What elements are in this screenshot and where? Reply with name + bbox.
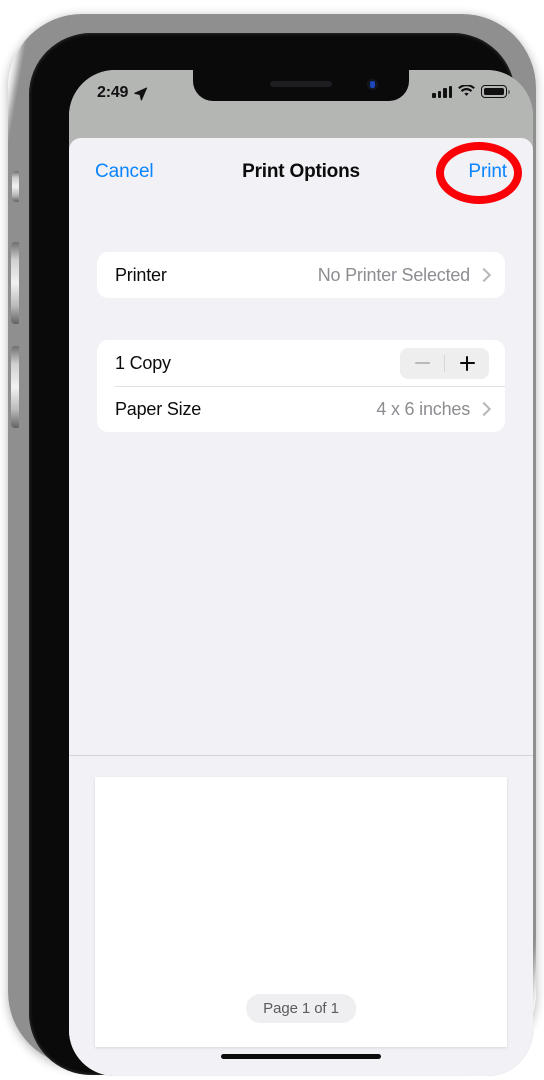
printer-row-accessory: No Printer Selected: [317, 264, 492, 286]
front-camera-icon: [367, 79, 378, 90]
increase-copies-button[interactable]: [445, 348, 489, 379]
print-button[interactable]: Print: [468, 161, 507, 183]
location-arrow-icon: [134, 86, 148, 100]
print-options-sheet: Cancel Print Options Print Printer No Pr…: [69, 138, 533, 1076]
copies-stepper[interactable]: [400, 347, 489, 379]
cancel-button[interactable]: Cancel: [95, 161, 154, 183]
phone-frame: Today, Sunday 2:49: [8, 14, 536, 1076]
home-indicator[interactable]: [221, 1054, 381, 1059]
phone-screen: Today, Sunday 2:49: [69, 70, 533, 1076]
volume-up-button[interactable]: [11, 242, 19, 324]
printer-row-label: Printer: [115, 264, 167, 285]
preview-separator: [69, 755, 533, 756]
volume-down-button[interactable]: [11, 346, 19, 428]
copies-row: 1 Copy: [97, 340, 505, 386]
print-preview-page[interactable]: Page 1 of 1: [95, 777, 507, 1047]
paper-size-row-value: 4 x 6 inches: [376, 398, 470, 419]
status-bar-left: 2:49: [97, 84, 148, 102]
minus-icon: [414, 361, 430, 365]
decrease-copies-button[interactable]: [400, 348, 444, 379]
phone-bezel: Today, Sunday 2:49: [29, 33, 533, 1076]
printer-group: Printer No Printer Selected: [97, 252, 505, 298]
status-bar-time: 2:49: [97, 84, 129, 101]
chevron-right-icon: [476, 401, 492, 417]
battery-full-icon: [481, 85, 510, 98]
page-title: Print Options: [242, 161, 360, 182]
printer-row-value: No Printer Selected: [317, 264, 470, 285]
mute-switch-button[interactable]: [12, 171, 19, 202]
notch: [193, 70, 409, 101]
paper-size-row-label: Paper Size: [115, 398, 202, 419]
plus-icon-vertical: [465, 355, 469, 371]
printer-row[interactable]: Printer No Printer Selected: [97, 252, 505, 298]
copies-row-label: 1 Copy: [115, 352, 171, 373]
page-indicator-badge: Page 1 of 1: [246, 994, 356, 1023]
chevron-right-icon: [476, 267, 492, 283]
paper-size-row[interactable]: Paper Size 4 x 6 inches: [97, 386, 505, 432]
wifi-icon: [458, 85, 475, 96]
status-bar-right: [432, 85, 510, 98]
options-group: 1 Copy Paper Size 4 x 6 inches: [97, 340, 505, 432]
options-list: Printer No Printer Selected 1 Copy Paper…: [69, 252, 533, 432]
sheet-navigation-bar: Cancel Print Options Print: [69, 138, 533, 206]
earpiece-speaker-icon: [270, 81, 332, 87]
cellular-bars-icon: [432, 85, 452, 98]
paper-size-row-accessory: 4 x 6 inches: [376, 398, 492, 420]
